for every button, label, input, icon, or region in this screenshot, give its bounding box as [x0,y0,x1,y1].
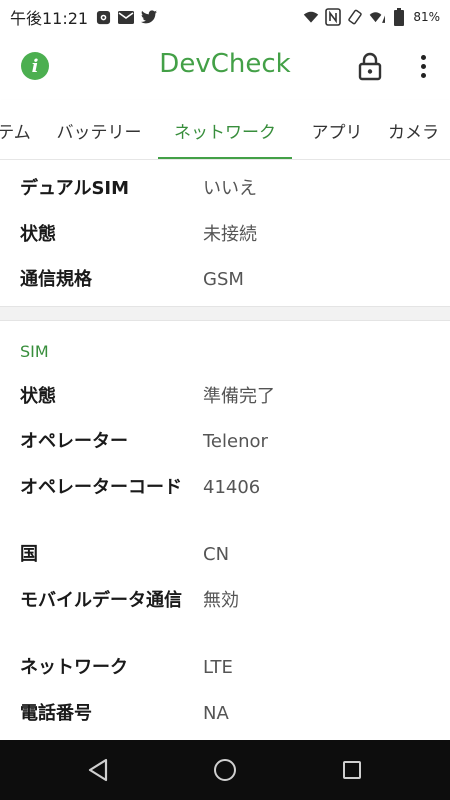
row-label: ネットワーク [20,657,128,678]
status-bar: 午後11:21 81% [0,0,450,34]
row-value: 未接続 [203,224,257,245]
row-label: 国 [20,544,38,565]
tab-battery[interactable]: バッテリー [44,100,154,159]
more-options-icon[interactable] [412,50,434,82]
nfc-icon [325,8,342,26]
row-label: 状態 [20,224,56,245]
info-icon[interactable]: i [21,52,49,80]
content-scroll[interactable]: デュアルSIM いいえ 状態 未接続 通信規格 GSM SIM 状態 準備完了 … [0,160,450,740]
row-label: オペレーターコード [20,477,182,498]
row-value: 41406 [203,477,261,498]
row-label: 通信規格 [20,269,92,290]
settings-gear-icon [95,9,111,25]
wifi-icon [303,9,319,25]
tab-network[interactable]: ネットワーク [158,100,292,159]
app-bar: i DevCheck [0,34,450,100]
row-value: Telenor [203,431,268,452]
network-card: デュアルSIM いいえ 状態 未接続 通信規格 GSM [0,160,450,307]
back-icon[interactable] [87,758,109,782]
status-left: 午後11:21 [10,5,158,29]
home-icon[interactable] [214,759,236,781]
row-value: CN [203,544,230,565]
status-right: 81% [303,8,440,26]
row-label: デュアルSIM [20,178,130,199]
row-value: LTE [203,657,233,678]
navigation-bar [0,740,450,800]
row-value: 準備完了 [203,386,275,407]
tab-camera[interactable]: カメラ [388,100,450,159]
tab-bar: テム バッテリー ネットワーク アプリ カメラ [0,100,450,160]
row-label: 電話番号 [20,703,92,724]
row-value: いいえ [203,178,257,199]
signal-icon [369,9,386,25]
twitter-icon [141,9,158,25]
battery-percent: 81% [413,10,440,24]
recents-icon[interactable] [343,761,361,779]
row-value: GSM [203,269,244,290]
row-value: 無効 [203,590,239,611]
section-title-sim: SIM [20,342,49,361]
sim-card: SIM 状態 準備完了 オペレーター Telenor オペレーターコード 414… [0,320,450,740]
status-time: 午後11:21 [10,9,89,28]
mail-icon [118,9,135,25]
row-label: オペレーター [20,431,128,452]
tab-apps[interactable]: アプリ [300,100,374,159]
tab-system[interactable]: テム [0,100,34,159]
vibrate-icon [347,9,363,25]
lock-icon[interactable] [356,51,384,81]
row-value: NA [203,703,229,724]
row-label: モバイルデータ通信 [20,590,182,611]
battery-icon [391,8,407,26]
row-label: 状態 [20,386,56,407]
